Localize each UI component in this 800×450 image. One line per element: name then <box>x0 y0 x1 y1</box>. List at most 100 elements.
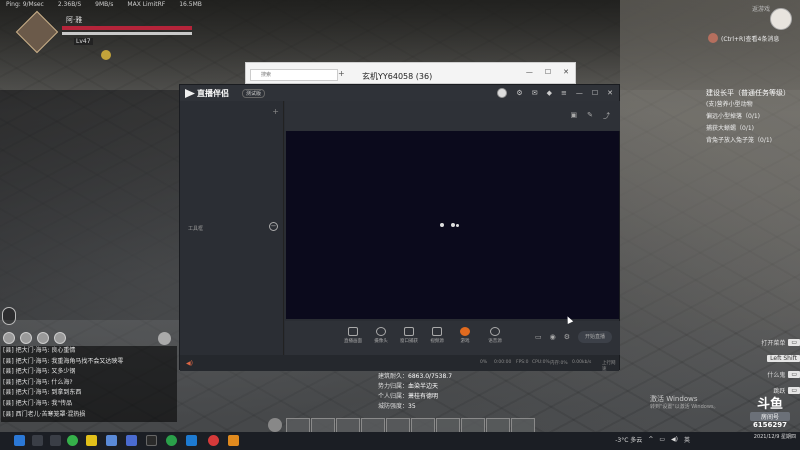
version-badge[interactable]: 测试版 <box>242 89 266 98</box>
watermark-sub: 转到"设置"以激活 Windows。 <box>650 404 719 410</box>
chat-line: [县] 把大门·海马: 到拿到东西 <box>3 389 82 397</box>
buff-icon[interactable] <box>101 50 111 60</box>
start-icon[interactable] <box>14 435 25 446</box>
source-controls: 直播画面 摄像头 窗口捕获 视频源 游戏 语音源 ▭ ◉ ⚙ 开始直播 <box>285 321 620 355</box>
minimize-button[interactable]: — <box>526 68 533 76</box>
loading-dot <box>456 224 459 227</box>
hotbar-mode-icon[interactable] <box>268 418 282 432</box>
gear-icon[interactable]: ⚙ <box>564 333 570 341</box>
scene-sidebar: + 工具框 − <box>180 101 284 371</box>
app-icon[interactable] <box>146 435 157 446</box>
search-icon[interactable] <box>32 435 43 446</box>
source-label: 游戏 <box>460 339 470 344</box>
new-tab-button[interactable]: + <box>338 69 345 78</box>
return-game-link[interactable]: 返游戏 <box>752 4 770 13</box>
taskview-icon[interactable] <box>50 435 61 446</box>
quest-item[interactable]: 背兔子放入兔子笼（0/1) <box>706 135 800 147</box>
quest-tracker[interactable]: 建设长平（普通任务等级） (支)营养小型动物 偏远小型掉落（0/1) 捕获大蜥蜴… <box>706 87 800 147</box>
scene-shadow <box>0 90 180 320</box>
chat-channel-icon[interactable] <box>20 332 32 344</box>
microphone-icon[interactable] <box>2 307 16 325</box>
stat-value: 萧桂有德明 <box>408 393 439 400</box>
perf-rate: 2.36B/S <box>57 1 82 8</box>
wechat-icon[interactable] <box>166 435 177 446</box>
chat-channel-icon[interactable] <box>3 332 15 344</box>
layout-icon[interactable]: ▣ <box>571 111 578 121</box>
status-item: CPU:0% <box>532 360 550 365</box>
keybind-row: Left Shift <box>734 350 800 366</box>
quest-item[interactable]: 捕获大蜥蜴（0/1) <box>706 123 800 135</box>
loading-dot <box>451 223 455 227</box>
start-live-button[interactable]: 开始直播 <box>578 331 612 343</box>
source-label: 语音源 <box>488 339 502 344</box>
menu-icon[interactable]: ≡ <box>561 89 567 97</box>
quest-item[interactable]: (支)营养小型动物 <box>706 99 800 111</box>
add-scene-icon[interactable]: + <box>272 107 279 116</box>
avatar[interactable] <box>497 88 508 98</box>
minimize-icon[interactable]: — <box>576 89 583 97</box>
message-hint[interactable]: (Ctrl+R)查看4条消息 <box>708 33 779 43</box>
app-icon[interactable] <box>228 435 239 446</box>
speaker-icon[interactable]: ◀) <box>186 360 193 367</box>
browser-tab[interactable]: 搜索 <box>250 69 338 81</box>
menu-flower-icon[interactable] <box>770 8 792 30</box>
maximize-button[interactable]: ☐ <box>545 68 551 76</box>
chat-line: [县] 西门老儿·苦寒笼罩·混热损 <box>3 410 86 418</box>
message-icon[interactable]: ✉ <box>532 89 538 97</box>
settings-icon[interactable]: ⚙ <box>516 89 522 97</box>
close-button[interactable]: ✕ <box>563 68 569 76</box>
stat-row: 城防强度：35 <box>378 402 452 412</box>
status-item: 0% <box>480 360 488 365</box>
weather-text[interactable]: -3°C 多云 <box>615 435 642 444</box>
scene-right-wall <box>620 0 800 330</box>
browser-window[interactable]: 搜索 + 玄机YY64058 (36) — ☐ ✕ <box>245 62 576 84</box>
player-portrait-icon[interactable] <box>15 10 59 54</box>
sidebar-label: 工具框 <box>188 226 204 232</box>
live-preview-canvas[interactable] <box>286 131 619 319</box>
game-icon <box>460 327 470 336</box>
perf-ping: Ping: 9/Msec <box>6 1 44 8</box>
chat-channel-icon[interactable] <box>54 332 66 344</box>
chat-settings-icon[interactable] <box>158 331 171 345</box>
watermark-title: 激活 Windows <box>650 395 698 403</box>
input-lang[interactable]: 英 <box>684 435 690 444</box>
status-upload: 上行网速 <box>602 361 616 372</box>
app-title: 直播伴侣 <box>197 89 229 98</box>
keybind-label: Left Shift <box>767 354 800 362</box>
tray-expand-icon[interactable]: ^ <box>648 436 653 443</box>
app-icon[interactable] <box>67 435 78 446</box>
chat-log[interactable]: [县] 把大门·海马: 良心重情 [县] 把大门·海马: 我重海角马找不会又达映… <box>1 346 177 422</box>
app-icon[interactable] <box>86 435 97 446</box>
app-logo: 直播伴侣 <box>185 88 229 99</box>
stat-row: 建筑耐久：6863.0/7538.7 <box>378 372 452 382</box>
app-icon[interactable] <box>126 435 137 446</box>
camera-icon <box>376 327 386 336</box>
status-item: 0:00:00 <box>494 360 512 365</box>
window-icon <box>404 327 414 336</box>
remove-source-icon[interactable]: − <box>269 222 278 231</box>
share-icon[interactable]: ⤴ <box>603 111 610 121</box>
message-icon <box>708 33 718 43</box>
close-icon[interactable]: ✕ <box>607 89 613 97</box>
chat-channel-icon[interactable] <box>37 332 49 344</box>
app-icon[interactable] <box>208 435 219 446</box>
record-icon[interactable]: ▭ <box>535 333 542 341</box>
app-icon[interactable] <box>106 435 117 446</box>
eye-icon[interactable]: ◉ <box>550 333 556 341</box>
titlebar-icons: ⚙ ✉ ◆ ≡ — ☐ ✕ <box>497 88 613 98</box>
edit-icon[interactable]: ✎ <box>587 111 593 121</box>
volume-icon[interactable]: ◀) <box>671 436 678 443</box>
taskbar-clock[interactable]: 2021/12/9 星期四 <box>754 433 796 441</box>
skin-icon[interactable]: ◆ <box>547 89 552 97</box>
windows-activation-watermark: 激活 Windows 转到"设置"以激活 Windows。 <box>650 395 719 411</box>
source-voice-button[interactable]: 语音源 <box>477 327 513 344</box>
quest-item[interactable]: 偏远小型掉落（0/1) <box>706 111 800 123</box>
player-level: Lv47 <box>74 38 93 45</box>
screen-icon <box>348 327 358 336</box>
chat-line: [县] 把大门·海马: 什么海? <box>3 378 73 386</box>
network-icon[interactable]: ▭ <box>659 436 665 443</box>
maximize-icon[interactable]: ☐ <box>592 89 598 97</box>
keybind-label: 什么鬼 <box>767 371 786 379</box>
app-icon[interactable] <box>186 435 197 446</box>
stat-label: 个人归属： <box>378 393 409 400</box>
